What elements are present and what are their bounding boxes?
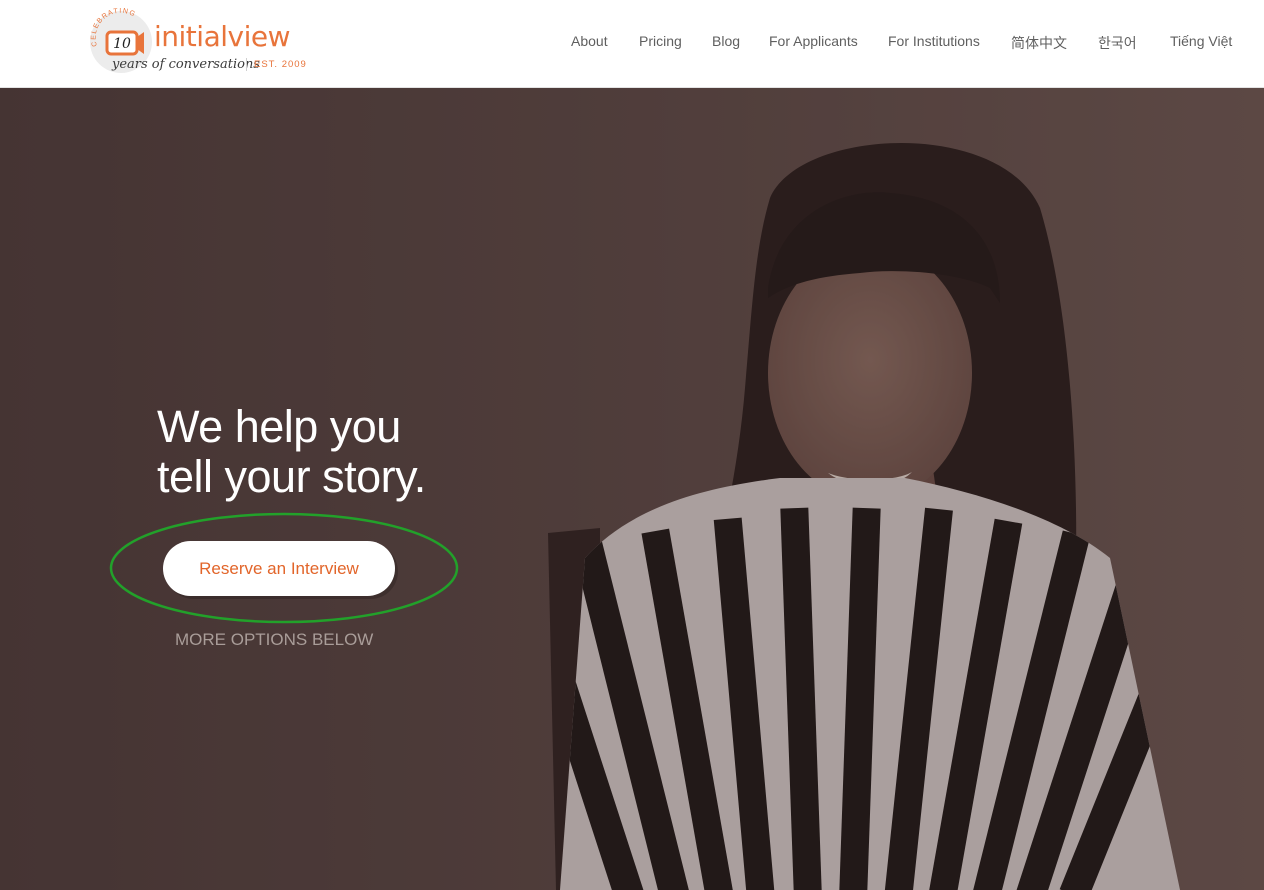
nav-for-institutions[interactable]: For Institutions [888,33,980,49]
more-options-link[interactable]: MORE OPTIONS BELOW [175,630,373,650]
main-nav: About Pricing Blog For Applicants For In… [0,33,1264,53]
nav-about[interactable]: About [571,33,608,49]
nav-blog[interactable]: Blog [712,33,740,49]
hero-heading-line-2: tell your story. [157,451,426,502]
brand-established: EST. 2009 [254,59,307,70]
nav-pricing[interactable]: Pricing [639,33,682,49]
nav-for-applicants[interactable]: For Applicants [769,33,858,49]
hero-heading-line-1: We help you [157,401,401,452]
logo-divider [246,58,247,71]
brand-tagline: years of conversations [112,57,260,72]
nav-lang-chinese[interactable]: 简体中文 [1011,33,1067,53]
nav-lang-vietnamese[interactable]: Tiếng Việt [1170,33,1232,49]
site-header: CELEBRATING 10 initialview years of conv… [0,0,1264,88]
hero-section: We help you tell your story. Reserve an … [0,88,1264,890]
reserve-interview-button[interactable]: Reserve an Interview [163,541,395,596]
hero-heading: We help you tell your story. [157,402,426,502]
nav-lang-korean[interactable]: 한국어 [1098,33,1137,53]
